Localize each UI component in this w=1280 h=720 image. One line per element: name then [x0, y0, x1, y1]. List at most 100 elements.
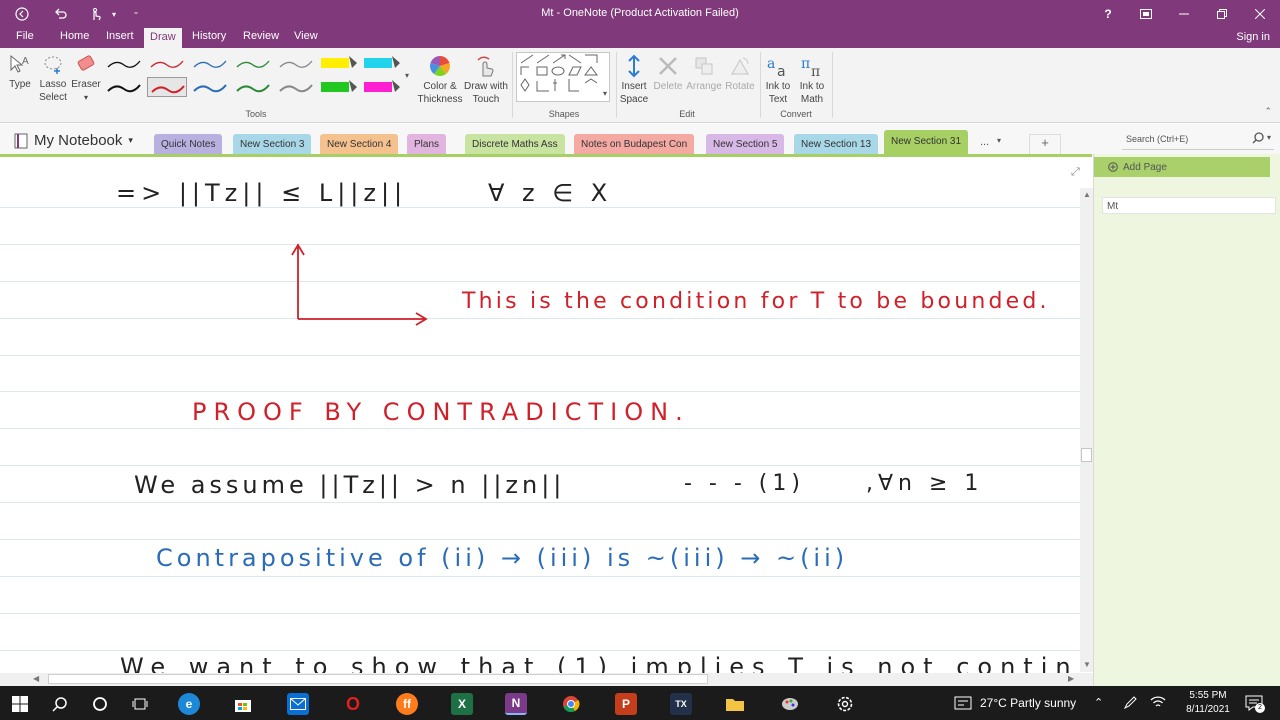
eraser-dropdown-icon[interactable]: ▾: [84, 93, 88, 102]
paint-app-icon[interactable]: [779, 693, 801, 715]
pen-green-thick[interactable]: [233, 77, 273, 97]
firefox-icon[interactable]: ff: [396, 693, 418, 715]
settings-gear-icon[interactable]: [834, 693, 856, 715]
ink-to-math-icon: ππ: [801, 56, 820, 78]
onenote-icon[interactable]: N: [505, 693, 527, 715]
pen-red-thin[interactable]: [147, 53, 187, 73]
add-section-button[interactable]: +: [1029, 134, 1061, 156]
powerpoint-icon[interactable]: P: [615, 693, 637, 715]
expand-page-icon[interactable]: ⤢: [1071, 166, 1080, 179]
tab-view[interactable]: View: [292, 30, 320, 42]
tab-insert[interactable]: Insert: [104, 30, 136, 42]
pen-green-thin[interactable]: [233, 53, 273, 73]
file-explorer-icon[interactable]: [724, 693, 746, 715]
notification-count-badge: 2: [1255, 703, 1265, 713]
weather-widget[interactable]: 27°C Partly sunny: [954, 696, 1076, 710]
tab-file[interactable]: File: [14, 30, 36, 42]
shapes-more-icon[interactable]: ▾: [603, 89, 607, 98]
fullscreen-icon[interactable]: [1136, 4, 1156, 24]
tab-home[interactable]: Home: [58, 30, 91, 42]
section-tab[interactable]: Notes on Budapest Con: [574, 134, 695, 156]
ink-to-math-button[interactable]: ππ Ink to Math: [796, 54, 828, 106]
arrange-button[interactable]: Arrange: [686, 54, 722, 93]
rotate-button[interactable]: Rotate: [724, 54, 756, 93]
notifications-icon[interactable]: 2: [1245, 695, 1265, 714]
search-icon[interactable]: [1252, 132, 1264, 147]
tex-editor-icon[interactable]: TX: [670, 693, 692, 715]
section-tab[interactable]: New Section 4: [320, 134, 399, 156]
rule-line: [0, 428, 1080, 429]
cortana-icon[interactable]: [89, 693, 111, 715]
insert-space-button[interactable]: Insert Space: [618, 54, 650, 106]
restore-icon[interactable]: [1212, 4, 1232, 24]
ink-quantifier: ,∀n ≥ 1: [866, 471, 984, 496]
pen-blue-thin[interactable]: [190, 53, 230, 73]
scroll-right-icon[interactable]: ▶: [1068, 674, 1074, 683]
close-icon[interactable]: [1250, 4, 1270, 24]
tab-review[interactable]: Review: [241, 30, 281, 42]
pen-black-thin[interactable]: [104, 53, 144, 73]
page-item[interactable]: Mt: [1102, 197, 1276, 214]
opera-browser-icon[interactable]: O: [342, 693, 364, 715]
mail-icon[interactable]: [287, 693, 309, 715]
more-sections-button[interactable]: ...: [980, 136, 989, 148]
minimize-icon[interactable]: [1174, 4, 1194, 24]
chevron-down-icon[interactable]: ▾: [997, 136, 1001, 145]
microsoft-store-icon[interactable]: [232, 693, 254, 715]
ink-arrow-icon: [291, 243, 428, 326]
vertical-scrollbar[interactable]: [1080, 188, 1093, 672]
system-clock[interactable]: 5:55 PM 8/11/2021: [1180, 689, 1236, 717]
eraser-button[interactable]: Eraser ▾: [70, 54, 102, 104]
section-tab[interactable]: Plans: [407, 134, 447, 156]
help-icon[interactable]: ?: [1098, 4, 1118, 24]
pen-black-thick[interactable]: [104, 77, 144, 97]
edge-browser-icon[interactable]: e: [178, 693, 200, 715]
highlighter-yellow[interactable]: [319, 53, 359, 73]
show-hidden-icons-icon[interactable]: ⌃: [1094, 696, 1103, 709]
section-tab-active[interactable]: New Section 31: [884, 130, 969, 156]
pen-workspace-icon[interactable]: [1122, 695, 1138, 714]
rule-line: [0, 465, 1080, 466]
excel-icon[interactable]: X: [451, 693, 473, 715]
pen-gray-thick[interactable]: [276, 77, 316, 97]
draw-with-touch-button[interactable]: Draw with Touch: [462, 54, 510, 106]
color-thickness-button[interactable]: Color & Thickness: [416, 54, 464, 106]
scroll-left-icon[interactable]: ◀: [33, 674, 39, 683]
add-page-button[interactable]: Add Page: [1094, 157, 1270, 177]
scroll-up-icon[interactable]: ▲: [1083, 190, 1091, 199]
type-button[interactable]: A Type: [6, 54, 34, 91]
tab-history[interactable]: History: [190, 30, 228, 42]
horizontal-scroll-thumb[interactable]: [48, 674, 708, 684]
highlighter-magenta[interactable]: [362, 77, 402, 97]
search-icon[interactable]: [49, 693, 71, 715]
page-canvas[interactable]: ⤢ => ||Tz|| ≤ L||z|| ∀ z ∈ X This is the…: [0, 157, 1080, 673]
section-tab[interactable]: New Section 13: [794, 134, 879, 156]
pen-gallery-more-icon[interactable]: ▾: [405, 71, 409, 80]
wifi-icon[interactable]: [1150, 695, 1166, 712]
highlighter-green[interactable]: [319, 77, 359, 97]
delete-button[interactable]: Delete: [652, 54, 684, 93]
pen-blue-thick[interactable]: [190, 77, 230, 97]
scroll-down-icon[interactable]: ▼: [1083, 660, 1091, 669]
shapes-gallery[interactable]: ▾: [516, 52, 610, 102]
windows-start-icon[interactable]: [9, 693, 31, 715]
section-tab[interactable]: New Section 3: [233, 134, 312, 156]
tab-draw[interactable]: Draw: [144, 28, 182, 48]
chrome-icon[interactable]: [560, 693, 582, 715]
task-view-icon[interactable]: [129, 693, 151, 715]
collapse-ribbon-icon[interactable]: ⌃: [1264, 106, 1272, 117]
pen-gray-thin[interactable]: [276, 53, 316, 73]
section-tab[interactable]: New Section 5: [706, 134, 785, 156]
ink-to-text-button[interactable]: aa Ink to Text: [762, 54, 794, 106]
highlighter-cyan[interactable]: [362, 53, 402, 73]
search-scope-dropdown[interactable]: ▾: [1267, 133, 1271, 142]
section-tab[interactable]: Quick Notes: [154, 134, 223, 156]
ink-assumption: We assume ||Tz|| > n ||zn||: [134, 471, 566, 499]
notebook-selector[interactable]: My Notebook ▾: [14, 132, 133, 149]
lasso-select-button[interactable]: Lasso Select: [38, 54, 68, 104]
window-title: Mt - OneNote (Product Activation Failed): [541, 7, 739, 19]
vertical-scroll-thumb[interactable]: [1081, 448, 1092, 462]
section-tab[interactable]: Discrete Maths Ass: [465, 134, 565, 156]
sign-in-link[interactable]: Sign in: [1236, 31, 1270, 43]
pen-red-thick-selected[interactable]: [147, 77, 187, 97]
